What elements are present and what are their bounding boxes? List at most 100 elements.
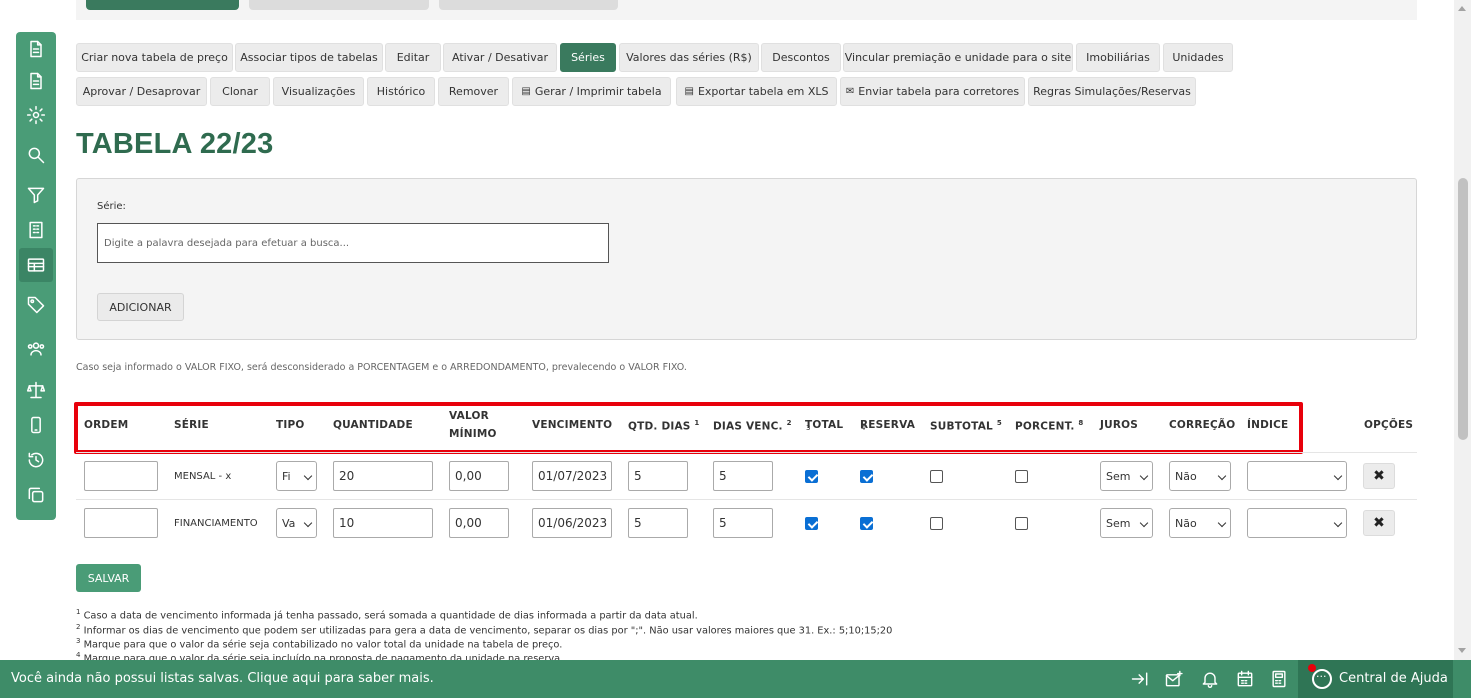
serie-name: MENSAL - x <box>174 471 232 482</box>
delete-row-button[interactable]: ✖ <box>1363 463 1395 489</box>
series-button[interactable]: Séries <box>560 43 616 72</box>
footnote: 2 Informar os dias de vencimento que pod… <box>76 623 892 636</box>
help-center-button[interactable]: Central de Ajuda <box>1298 660 1453 698</box>
qtd-dias-input[interactable]: 5 <box>628 508 688 538</box>
ordem-input[interactable] <box>84 508 158 538</box>
footnote: 3 Marque para que o valor da série seja … <box>76 637 562 650</box>
bell-icon[interactable] <box>1200 669 1220 689</box>
history-button[interactable]: Histórico <box>367 77 435 106</box>
tipo-select[interactable]: Fi <box>276 461 317 491</box>
sidebar-item-users[interactable] <box>16 332 56 366</box>
correcao-select[interactable]: Não <box>1169 508 1231 538</box>
select-value: Não <box>1175 469 1197 483</box>
top-tab-active[interactable] <box>86 0 239 10</box>
create-price-table-button[interactable]: Criar nova tabela de preço <box>76 43 233 72</box>
footnote-number: 3 <box>76 637 81 645</box>
sidebar-item-table[interactable] <box>19 248 53 282</box>
table-icon <box>27 258 45 272</box>
tag-icon <box>27 296 45 314</box>
edit-button[interactable]: Editar <box>385 43 441 72</box>
vencimento-input[interactable]: 01/06/2023 <box>532 508 612 538</box>
indice-select[interactable] <box>1247 461 1347 491</box>
saved-lists-message[interactable]: Você ainda não possui listas salvas. Cli… <box>11 671 434 686</box>
calculator-icon[interactable] <box>1269 669 1289 689</box>
reserva-checkbox[interactable] <box>860 470 873 483</box>
select-value: Va <box>282 516 296 530</box>
chevron-down-icon <box>1333 471 1343 481</box>
dias-venc-input[interactable]: 5 <box>713 461 773 491</box>
qtd-dias-input[interactable]: 5 <box>628 461 688 491</box>
series-values-button[interactable]: Valores das séries (R$) <box>619 43 759 72</box>
scroll-thumb[interactable] <box>1458 178 1468 440</box>
link-award-unit-button[interactable]: Vincular premiação e unidade para o site <box>843 43 1073 72</box>
vertical-scrollbar[interactable] <box>1454 0 1471 660</box>
bottom-bar: Você ainda não possui listas salvas. Cli… <box>0 660 1471 698</box>
top-tab[interactable] <box>439 0 618 10</box>
export-xls-button[interactable]: ▤ Exportar tabela em XLS <box>676 77 837 106</box>
quantidade-input[interactable]: 20 <box>333 461 433 491</box>
simulation-rules-button[interactable]: Regras Simulações/Reservas <box>1028 77 1196 106</box>
calendar-icon[interactable] <box>1235 669 1255 689</box>
serie-name: FINANCIAMENTO <box>174 518 258 529</box>
footnote-number: 1 <box>76 608 81 616</box>
generate-print-table-button[interactable]: ▤ Gerar / Imprimir tabela <box>512 77 671 106</box>
send-table-brokers-button[interactable]: ✉ Enviar tabela para corretores <box>840 77 1025 106</box>
mail-notification-icon[interactable] <box>1164 669 1184 689</box>
quantidade-input[interactable]: 10 <box>333 508 433 538</box>
juros-select[interactable]: Sem <box>1100 508 1153 538</box>
subtotal-checkbox[interactable] <box>930 517 943 530</box>
subtotal-checkbox[interactable] <box>930 470 943 483</box>
total-checkbox[interactable] <box>805 470 818 483</box>
units-button[interactable]: Unidades <box>1163 43 1233 72</box>
activate-deactivate-button[interactable]: Ativar / Desativar <box>443 43 557 72</box>
sidebar-item-document-2[interactable] <box>16 64 56 98</box>
sidebar-item-document[interactable] <box>16 32 56 66</box>
valor-minimo-input[interactable]: 0,00 <box>449 508 509 538</box>
document-icon <box>30 40 42 58</box>
dias-venc-input[interactable]: 5 <box>713 508 773 538</box>
users-icon <box>27 342 45 356</box>
reserva-checkbox[interactable] <box>860 517 873 530</box>
sidebar-item-filter[interactable] <box>16 178 56 212</box>
remove-button[interactable]: Remover <box>438 77 509 106</box>
sidebar-item-tags[interactable] <box>16 288 56 322</box>
close-icon: ✖ <box>1373 515 1385 531</box>
series-form-panel: Série: Digite a palavra desejada para ef… <box>76 178 1417 340</box>
sidebar-item-search[interactable] <box>16 138 56 172</box>
serie-search-input[interactable]: Digite a palavra desejada para efetuar a… <box>97 223 609 263</box>
views-button[interactable]: Visualizações <box>273 77 364 106</box>
sidebar-item-legal[interactable] <box>16 373 56 407</box>
porcent-checkbox[interactable] <box>1015 517 1028 530</box>
scroll-down-icon[interactable] <box>1458 648 1466 653</box>
approve-disapprove-button[interactable]: Aprovar / Desaprovar <box>76 77 207 106</box>
ordem-input[interactable] <box>84 461 158 491</box>
sidebar-item-copy[interactable] <box>16 478 56 512</box>
sidebar-item-mobile[interactable] <box>16 408 56 442</box>
top-tab[interactable] <box>249 0 429 10</box>
collapse-arrow-icon[interactable] <box>1130 669 1150 689</box>
delete-row-button[interactable]: ✖ <box>1363 510 1395 536</box>
sidebar-item-settings[interactable] <box>16 98 56 132</box>
vencimento-input[interactable]: 01/07/2023 <box>532 461 612 491</box>
footnote: 1 Caso a data de vencimento informada já… <box>76 608 698 621</box>
porcent-checkbox[interactable] <box>1015 470 1028 483</box>
juros-select[interactable]: Sem <box>1100 461 1153 491</box>
discounts-button[interactable]: Descontos <box>761 43 841 72</box>
valor-minimo-input[interactable]: 0,00 <box>449 461 509 491</box>
clone-button[interactable]: Clonar <box>210 77 270 106</box>
sidebar-item-history[interactable] <box>16 443 56 477</box>
total-checkbox[interactable] <box>805 517 818 530</box>
add-series-button[interactable]: ADICIONAR <box>97 293 184 321</box>
scroll-up-icon[interactable] <box>1458 6 1466 11</box>
save-button[interactable]: SALVAR <box>76 564 141 592</box>
correcao-select[interactable]: Não <box>1169 461 1231 491</box>
indice-select[interactable] <box>1247 508 1347 538</box>
real-estate-agencies-button[interactable]: Imobiliárias <box>1076 43 1160 72</box>
sidebar-item-building[interactable] <box>16 213 56 247</box>
chevron-down-icon <box>1139 518 1149 528</box>
chevron-down-icon <box>303 518 313 528</box>
history-icon <box>28 452 44 468</box>
associate-table-types-button[interactable]: Associar tipos de tabelas <box>235 43 383 72</box>
footnote-number: 2 <box>76 623 81 631</box>
tipo-select[interactable]: Va <box>276 508 317 538</box>
